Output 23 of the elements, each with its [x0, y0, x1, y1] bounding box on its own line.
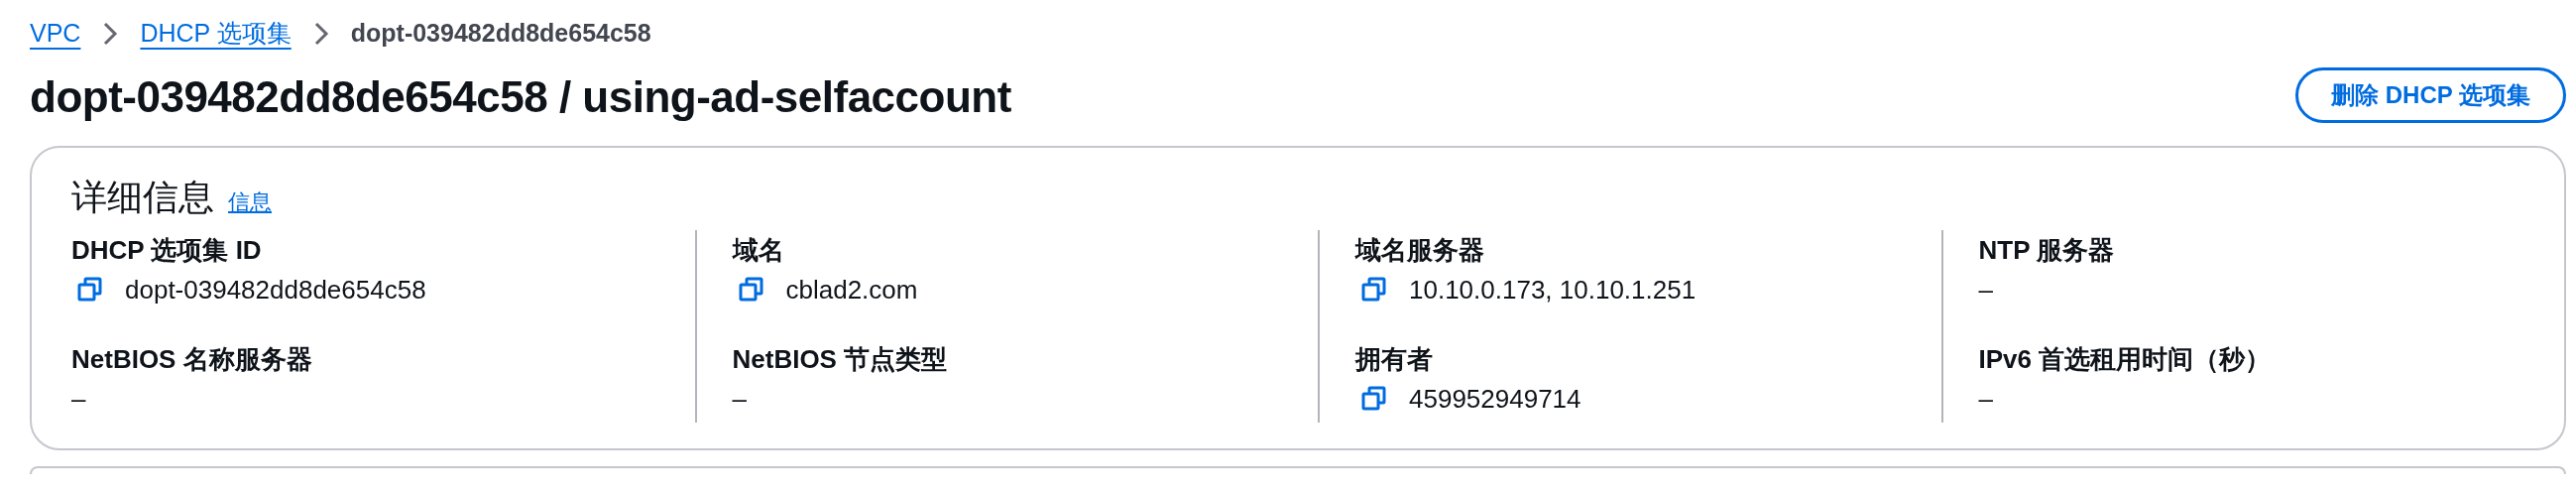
breadcrumb-link[interactable]: DHCP 选项集 — [140, 15, 292, 53]
page-title: dopt-039482dd8de654c58 / using-ad-selfaccount — [30, 71, 1011, 123]
field-label: NetBIOS 节点类型 — [732, 343, 949, 376]
field-value: dopt-039482dd8de654c58 — [125, 274, 426, 307]
delete-button[interactable]: 删除 DHCP 选项集 — [2295, 67, 2566, 124]
field-label: DHCP 选项集 ID — [71, 234, 263, 267]
section-title: 详细信息 — [71, 176, 214, 217]
field-label: 域名 — [732, 234, 785, 267]
field-value: 10.10.0.173, 10.10.1.251 — [1409, 274, 1697, 307]
field-label: NetBIOS 名称服务器 — [71, 343, 313, 376]
field-value: – — [732, 383, 747, 416]
field-label: 拥有者 — [1355, 343, 1434, 376]
field-value: – — [1978, 383, 1993, 416]
field-label: IPv6 首选租用时间（秒） — [1978, 343, 2273, 376]
field-label: NTP 服务器 — [1978, 234, 2116, 267]
field-value: – — [1978, 274, 1993, 307]
field-value: 459952949714 — [1409, 383, 1581, 416]
breadcrumb-current: dopt-039482dd8de654c58 — [350, 18, 651, 50]
breadcrumb-link[interactable]: VPC — [30, 15, 81, 53]
info-link[interactable]: 信息 — [228, 188, 272, 214]
field-value: – — [71, 383, 86, 416]
field-value: cblad2.com — [785, 274, 918, 307]
field-label: 域名服务器 — [1355, 234, 1485, 267]
